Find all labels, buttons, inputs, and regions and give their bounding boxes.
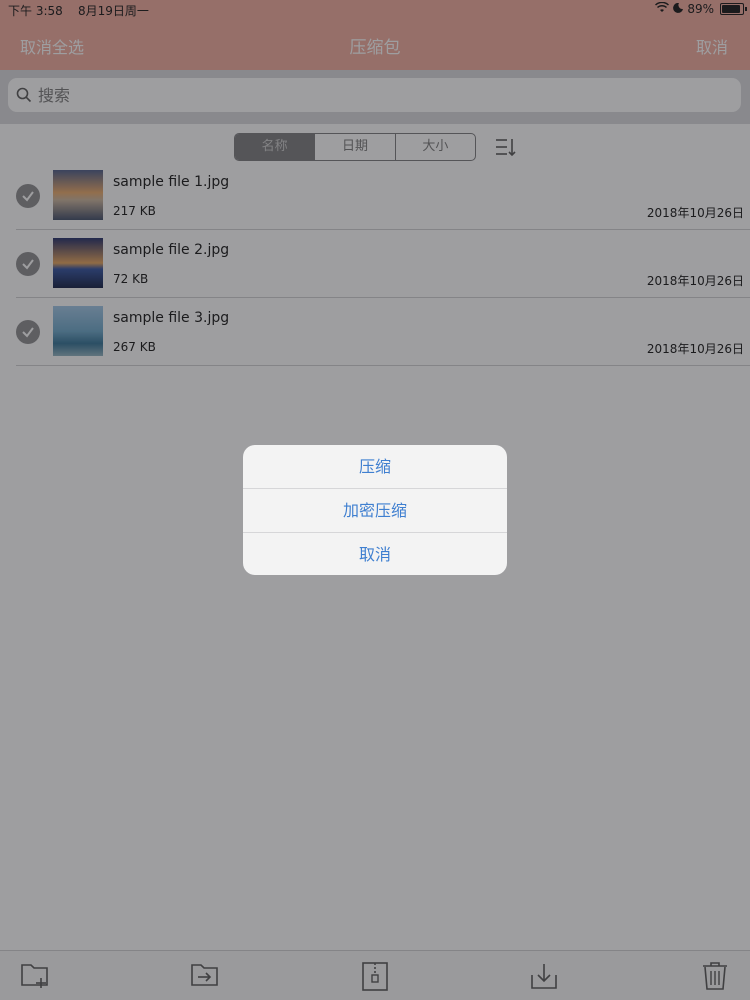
screen: 下午 3:58 8月19日周一 89% 取消全选 压缩包 取消 搜索 名称 日期… (0, 0, 750, 1000)
compress-button[interactable]: 压缩 (243, 445, 507, 488)
encrypted-compress-button[interactable]: 加密压缩 (243, 488, 507, 532)
action-sheet: 压缩 加密压缩 取消 (243, 445, 507, 575)
sheet-cancel-button[interactable]: 取消 (243, 532, 507, 575)
